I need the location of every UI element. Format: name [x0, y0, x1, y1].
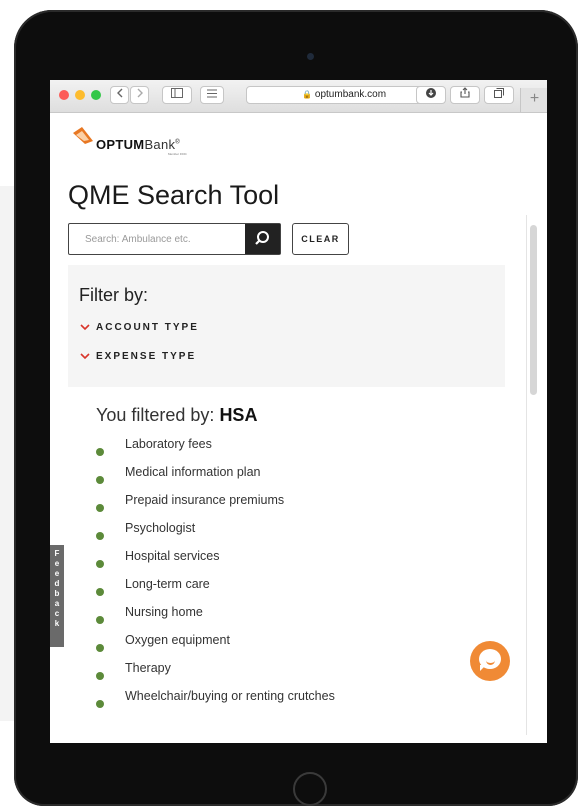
bullet-icon [96, 504, 104, 512]
scroll-track [526, 215, 527, 735]
share-button[interactable] [450, 86, 480, 104]
tabs-overview-button[interactable] [484, 86, 514, 104]
filter-account-type[interactable]: ACCOUNT TYPE [80, 322, 199, 336]
feedback-letter: k [54, 619, 60, 628]
search-box [68, 223, 281, 255]
browser-screen: 🔒optumbank.com ↻ + OPTUMBank® Member FDI… [50, 80, 547, 743]
share-icon [460, 87, 470, 98]
tabs-icon [494, 88, 504, 98]
logo-wordmark: OPTUMBank® [96, 137, 181, 152]
chevron-down-icon [80, 353, 90, 359]
feedback-letter: e [54, 559, 60, 568]
filter-expense-type[interactable]: EXPENSE TYPE [80, 351, 196, 365]
chat-button[interactable] [470, 641, 510, 681]
bullet-icon [96, 588, 104, 596]
camera-icon [307, 53, 314, 60]
feedback-letter: a [54, 599, 60, 608]
optum-logo-icon [73, 127, 93, 144]
feedback-letter: e [54, 569, 60, 578]
search-icon [255, 231, 269, 245]
zoom-window-button[interactable] [91, 90, 101, 100]
back-button[interactable] [110, 86, 129, 104]
logo-subtext: Member FDIC [168, 152, 187, 156]
reader-icon [207, 89, 217, 98]
home-button[interactable] [293, 772, 327, 806]
sidebar-button[interactable] [162, 86, 192, 104]
chevron-left-icon [116, 88, 122, 98]
feedback-letter: c [54, 609, 60, 618]
scrollbar-thumb[interactable] [530, 225, 537, 395]
reader-button[interactable] [200, 86, 224, 104]
bullet-icon [96, 560, 104, 568]
browser-toolbar: 🔒optumbank.com ↻ + [50, 80, 547, 113]
clear-button[interactable]: CLEAR [292, 223, 349, 255]
active-filter-value: HSA [219, 405, 258, 425]
bullet-icon [96, 616, 104, 624]
search-input[interactable] [69, 224, 245, 254]
sidebar-icon [171, 88, 183, 98]
close-window-button[interactable] [59, 90, 69, 100]
bullet-icon [96, 644, 104, 652]
page-title: QME Search Tool [68, 180, 280, 210]
chevron-right-icon [137, 88, 143, 98]
lock-icon: 🔒 [301, 90, 312, 99]
bullet-icon [96, 532, 104, 540]
filtered-by-heading: You filtered by: HSA [96, 405, 258, 425]
bullet-icon [96, 700, 104, 708]
download-icon [426, 88, 436, 98]
url-text: optumbank.com [314, 89, 387, 100]
forward-button[interactable] [130, 86, 149, 104]
filter-title: Filter by: [79, 285, 149, 305]
bullet-icon [96, 476, 104, 484]
downloads-button[interactable] [416, 86, 446, 104]
new-tab-button[interactable]: + [520, 88, 547, 112]
chevron-down-icon [80, 324, 90, 330]
address-bar[interactable]: 🔒optumbank.com ↻ [246, 86, 442, 104]
minimize-window-button[interactable] [75, 90, 85, 100]
bullet-icon [96, 448, 104, 456]
feedback-letter: F [54, 549, 60, 558]
feedback-letter: d [54, 579, 60, 588]
feedback-tab[interactable]: F e e d b a c k [50, 545, 64, 647]
filter-panel: Filter by: ACCOUNT TYPE EXPENSE TYPE [68, 265, 505, 387]
search-button[interactable] [245, 224, 280, 254]
bullet-icon [96, 672, 104, 680]
chat-bubble-tail [480, 665, 486, 671]
feedback-letter: b [54, 589, 60, 598]
